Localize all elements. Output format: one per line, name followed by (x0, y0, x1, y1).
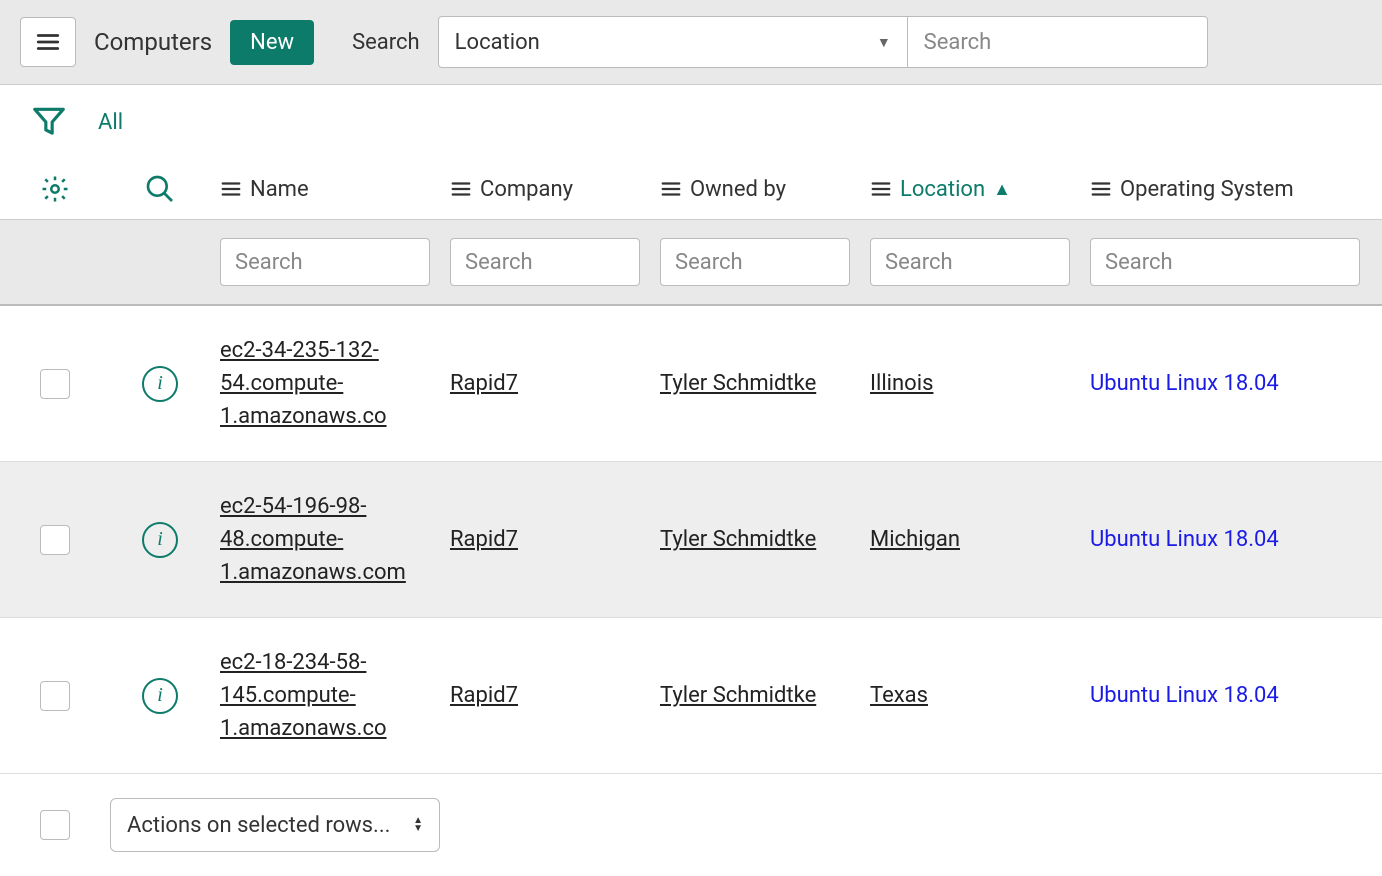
column-header-name[interactable]: Name (210, 163, 440, 216)
column-menu-icon (660, 178, 682, 200)
hamburger-icon (35, 29, 61, 55)
location-link[interactable]: Illinois (870, 371, 933, 396)
info-icon[interactable]: i (142, 678, 178, 714)
select-arrows-icon: ▲▼ (413, 817, 423, 833)
column-search-os[interactable] (1090, 238, 1360, 286)
computer-name-link[interactable]: ec2-18-234-58-145.compute-1.amazonaws.co (220, 646, 430, 745)
os-link[interactable]: Ubuntu Linux 18.04 (1090, 683, 1279, 708)
column-header-company[interactable]: Company (440, 163, 650, 216)
company-link[interactable]: Rapid7 (450, 527, 518, 552)
main-menu-button[interactable] (20, 17, 76, 67)
owner-link[interactable]: Tyler Schmidtke (660, 371, 816, 396)
new-button[interactable]: New (230, 20, 314, 65)
row-checkbox[interactable] (40, 369, 70, 399)
os-link[interactable]: Ubuntu Linux 18.04 (1090, 371, 1279, 396)
column-search-location[interactable] (870, 238, 1070, 286)
table-row: i ec2-34-235-132-54.compute-1.amazonaws.c… (0, 306, 1382, 462)
info-icon[interactable]: i (142, 366, 178, 402)
location-link[interactable]: Michigan (870, 527, 960, 552)
column-header-location[interactable]: Location ▲ (860, 163, 1080, 216)
company-link[interactable]: Rapid7 (450, 683, 518, 708)
computer-name-link[interactable]: ec2-54-196-98-48.compute-1.amazonaws.com (220, 490, 430, 589)
column-menu-icon (220, 178, 242, 200)
funnel-icon[interactable] (30, 103, 68, 141)
table-row: i ec2-54-196-98-48.compute-1.amazonaws.co… (0, 462, 1382, 618)
info-icon[interactable]: i (142, 522, 178, 558)
page-title: Computers (94, 28, 212, 56)
search-filter-value: Location (455, 30, 540, 55)
os-link[interactable]: Ubuntu Linux 18.04 (1090, 527, 1279, 552)
row-checkbox[interactable] (40, 681, 70, 711)
select-all-checkbox[interactable] (40, 810, 70, 840)
actions-select[interactable]: Actions on selected rows... ▲▼ (110, 798, 440, 852)
owner-link[interactable]: Tyler Schmidtke (660, 527, 816, 552)
column-menu-icon (450, 178, 472, 200)
search-filter-select[interactable]: Location ▼ (438, 16, 908, 68)
location-link[interactable]: Texas (870, 683, 928, 708)
global-search-input[interactable] (908, 16, 1208, 68)
actions-select-label: Actions on selected rows... (127, 813, 390, 838)
owner-link[interactable]: Tyler Schmidtke (660, 683, 816, 708)
column-search-name[interactable] (220, 238, 430, 286)
sort-ascending-icon: ▲ (993, 179, 1011, 200)
column-header-os[interactable]: Operating System (1080, 163, 1370, 216)
column-header-owned-by[interactable]: Owned by (650, 163, 860, 216)
column-search-owned[interactable] (660, 238, 850, 286)
computer-name-link[interactable]: ec2-34-235-132-54.compute-1.amazonaws.co (220, 334, 430, 433)
search-label: Search (352, 30, 420, 55)
chevron-down-icon: ▼ (877, 34, 891, 51)
search-icon[interactable] (144, 173, 176, 205)
company-link[interactable]: Rapid7 (450, 371, 518, 396)
breadcrumb-all[interactable]: All (98, 110, 123, 135)
table-row: i ec2-18-234-58-145.compute-1.amazonaws.c… (0, 618, 1382, 774)
column-menu-icon (870, 178, 892, 200)
column-search-company[interactable] (450, 238, 640, 286)
row-checkbox[interactable] (40, 525, 70, 555)
gear-icon[interactable] (40, 174, 70, 204)
column-menu-icon (1090, 178, 1112, 200)
